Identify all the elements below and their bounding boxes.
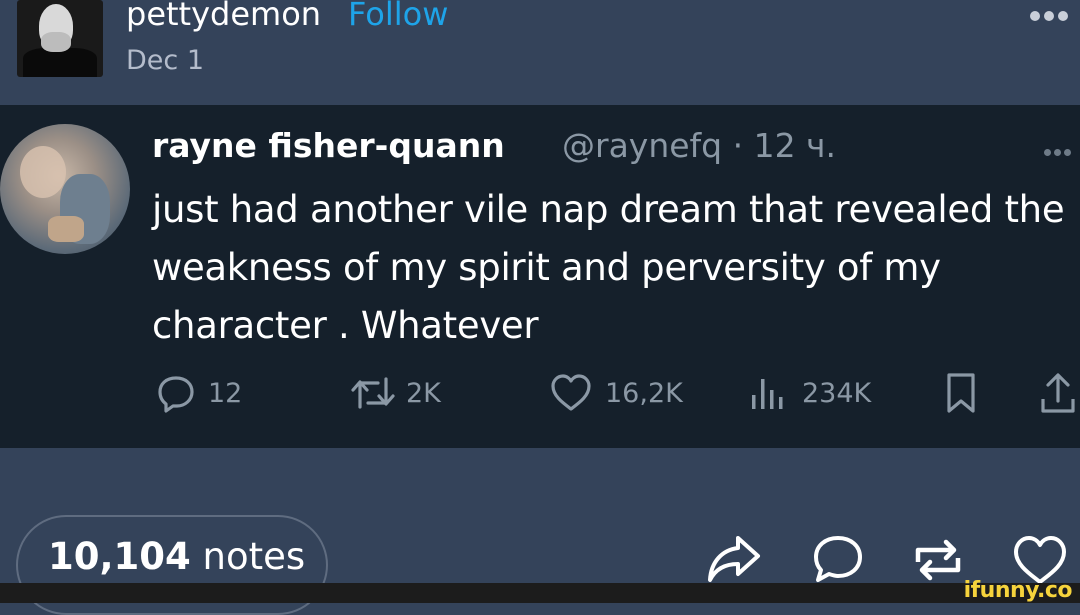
analytics-icon bbox=[752, 379, 783, 409]
like-button[interactable]: 16,2K bbox=[549, 368, 683, 418]
ifunny-watermark: ifunny.co bbox=[963, 578, 1073, 603]
notes-count: 10,104 bbox=[48, 535, 191, 578]
follow-button[interactable]: Follow bbox=[348, 0, 448, 34]
reply-button[interactable]: 12 bbox=[156, 368, 242, 418]
tweet-handle-time: @raynefq · 12 ч. bbox=[562, 126, 837, 165]
share-post-button[interactable] bbox=[704, 532, 764, 588]
tweet-card: rayne fisher-quann @raynefq · 12 ч. just… bbox=[0, 105, 1080, 448]
bookmark-icon bbox=[947, 373, 975, 413]
post-date: Dec 1 bbox=[126, 45, 205, 76]
retweet-count: 2K bbox=[406, 377, 441, 409]
tweet-action-bar: 12 2K 16,2K 234K bbox=[0, 368, 1080, 418]
more-horizontal-icon[interactable] bbox=[1030, 6, 1076, 21]
view-count: 234K bbox=[802, 377, 872, 409]
tweet-author-name[interactable]: rayne fisher-quann bbox=[152, 126, 505, 166]
bookmark-button[interactable] bbox=[944, 368, 978, 418]
tweet-more-icon[interactable] bbox=[1044, 141, 1080, 156]
post-header: pettydemon Follow Dec 1 bbox=[0, 0, 1080, 105]
share-arrow-icon bbox=[708, 536, 760, 582]
heart-icon bbox=[551, 374, 591, 411]
tweet-text: just had another vile nap dream that rev… bbox=[152, 188, 1065, 347]
retweet-icon bbox=[351, 377, 395, 409]
reply-post-button[interactable] bbox=[808, 532, 868, 588]
notes-count-label: 10,104 notes bbox=[48, 535, 305, 579]
poster-avatar[interactable] bbox=[17, 0, 103, 77]
views-button[interactable]: 234K bbox=[748, 368, 871, 418]
comment-icon bbox=[814, 536, 862, 582]
retweet-button[interactable]: 2K bbox=[348, 368, 441, 418]
reply-count: 12 bbox=[208, 377, 243, 409]
share-button[interactable] bbox=[1038, 368, 1078, 418]
reply-icon bbox=[158, 376, 194, 413]
reblog-icon bbox=[915, 539, 961, 581]
poster-username[interactable]: pettydemon bbox=[126, 0, 321, 34]
reblog-button[interactable] bbox=[908, 532, 968, 588]
tweet-avatar[interactable] bbox=[0, 124, 130, 254]
notes-label: notes bbox=[202, 535, 306, 578]
share-icon bbox=[1041, 373, 1075, 413]
like-count: 16,2K bbox=[605, 377, 683, 409]
watermark-bar bbox=[0, 583, 1080, 603]
